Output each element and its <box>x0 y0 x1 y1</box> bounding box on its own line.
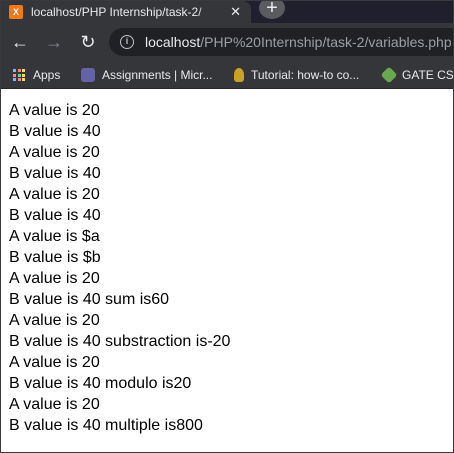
output-line: B value is 40 <box>9 207 101 224</box>
bookmark-label: GATE CSE <box>402 68 454 82</box>
back-button[interactable]: ← <box>9 31 31 53</box>
url-path: /PHP%20Internship/task-2/variables.php <box>200 34 452 50</box>
apps-grid-icon <box>13 69 25 81</box>
output-line: B value is 40 multiple is800 <box>9 417 203 434</box>
output-line: A value is $a <box>9 228 100 245</box>
bookmark-assignments[interactable]: Assignments | Micr... <box>81 67 212 83</box>
tab-active[interactable]: X localhost/PHP Internship/task-2/ ✕ <box>1 1 251 23</box>
gate-icon <box>380 66 398 84</box>
forward-button[interactable]: → <box>43 31 65 53</box>
output-line: A value is 20 <box>9 144 100 161</box>
bookmark-apps[interactable]: Apps <box>13 67 60 83</box>
toolbar: ← → ↻ i localhost/PHP%20Internship/task-… <box>1 23 453 61</box>
bookmark-gate[interactable]: GATE CSE <box>380 66 454 84</box>
teams-icon <box>81 68 95 82</box>
php-output: A value is 20 B value is 40 A value is 2… <box>9 100 230 436</box>
output-line: A value is 20 <box>9 186 100 203</box>
output-line: B value is 40 sum is60 <box>9 291 170 308</box>
output-line: A value is 20 <box>9 312 100 329</box>
bookmark-label: Tutorial: how-to co... <box>251 68 360 82</box>
url-text[interactable]: localhost/PHP%20Internship/task-2/variab… <box>145 34 452 50</box>
tab-title: localhost/PHP Internship/task-2/ <box>31 5 202 19</box>
output-line: B value is 40 modulo is20 <box>9 375 192 392</box>
xampp-favicon-icon: X <box>9 5 23 19</box>
url-host: localhost <box>145 34 201 50</box>
bookmark-label: Apps <box>33 68 61 82</box>
output-line: A value is 20 <box>9 354 100 371</box>
output-line: A value is 20 <box>9 270 100 287</box>
close-tab-icon[interactable]: ✕ <box>230 4 241 20</box>
output-line: B value is 40 substraction is-20 <box>9 333 231 350</box>
output-line: A value is 20 <box>9 396 100 413</box>
tab-strip: X localhost/PHP Internship/task-2/ ✕ + <box>1 1 453 23</box>
reload-button[interactable]: ↻ <box>77 31 99 53</box>
bookmarks-bar: Apps Assignments | Micr... Tutorial: how… <box>1 61 454 89</box>
output-line: B value is 40 <box>9 123 101 140</box>
tutorial-icon <box>234 68 244 82</box>
browser-window: X localhost/PHP Internship/task-2/ ✕ + ←… <box>0 0 454 453</box>
output-line: B value is 40 <box>9 165 101 182</box>
address-bar[interactable]: i localhost/PHP%20Internship/task-2/vari… <box>109 28 453 56</box>
output-line: B value is $b <box>9 249 101 266</box>
site-info-icon[interactable]: i <box>120 35 134 49</box>
output-line: A value is 20 <box>9 102 100 119</box>
new-tab-button[interactable]: + <box>259 1 285 19</box>
bookmark-tutorial[interactable]: Tutorial: how-to co... <box>234 67 359 83</box>
bookmark-label: Assignments | Micr... <box>102 68 213 82</box>
page-content: A value is 20 B value is 40 A value is 2… <box>1 90 453 452</box>
